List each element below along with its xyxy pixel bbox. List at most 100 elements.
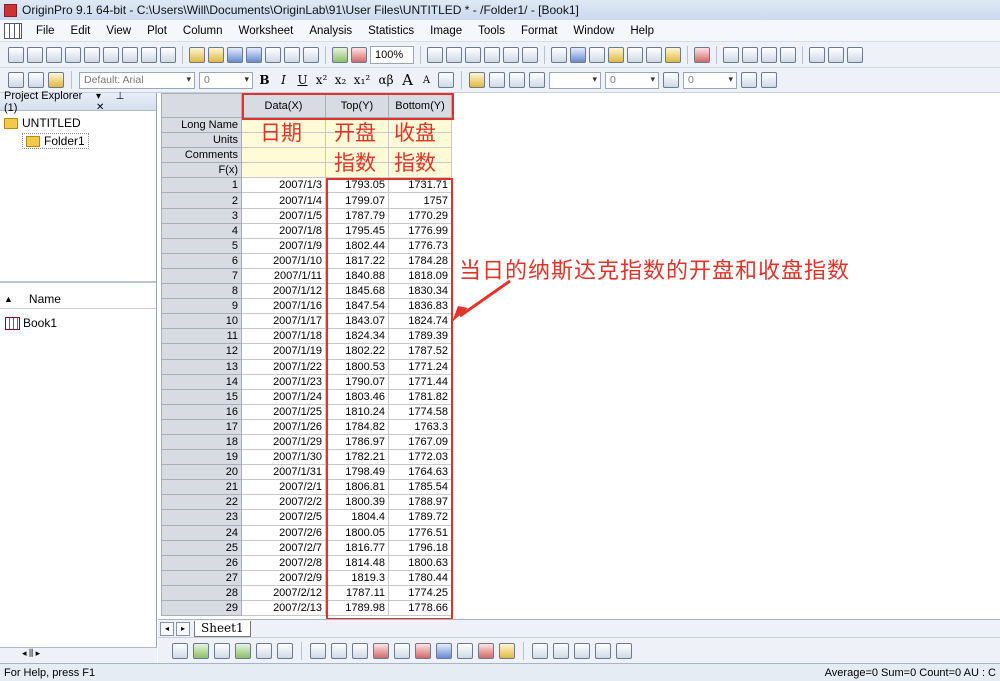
tree-root[interactable]: UNTITLED: [4, 114, 152, 132]
data-cell[interactable]: 2007/1/29: [241, 433, 326, 451]
new-folder-icon[interactable]: [27, 46, 43, 63]
data-cell[interactable]: 2007/1/11: [241, 267, 326, 285]
comments-cell[interactable]: [241, 147, 326, 164]
subscript-button[interactable]: x₂: [333, 73, 348, 87]
sum-icon[interactable]: [723, 46, 739, 63]
polar-icon[interactable]: [436, 642, 452, 659]
command-window-icon[interactable]: [589, 46, 605, 63]
copy-icon[interactable]: [28, 72, 44, 88]
row-number[interactable]: 14: [161, 373, 242, 390]
menu-help[interactable]: Help: [622, 25, 662, 37]
3d-icon[interactable]: [214, 642, 230, 659]
name-column-header[interactable]: ▲ Name: [0, 289, 156, 309]
new-function-icon[interactable]: [122, 46, 138, 63]
font-size-select[interactable]: 0: [199, 71, 253, 89]
panel-controls[interactable]: ▾ ⊥ ✕: [96, 91, 152, 113]
label-row-header[interactable]: F(x): [161, 162, 242, 179]
menu-statistics[interactable]: Statistics: [360, 25, 422, 37]
row-number[interactable]: 23: [161, 509, 242, 526]
message-log-icon[interactable]: [646, 46, 662, 63]
row-number[interactable]: 20: [161, 464, 242, 481]
data-cell[interactable]: 2007/1/26: [241, 418, 326, 435]
data-cell[interactable]: 2007/1/16: [241, 298, 326, 315]
print-icon[interactable]: [427, 46, 443, 63]
cut-icon[interactable]: [8, 72, 24, 88]
row-number[interactable]: 7: [161, 267, 242, 285]
new-project-icon[interactable]: [8, 46, 24, 63]
line-symbol-icon[interactable]: [352, 642, 368, 659]
font-select[interactable]: Default: Arial: [79, 71, 195, 89]
data-cell[interactable]: 2007/2/9: [241, 569, 326, 586]
batch-icon[interactable]: [351, 46, 367, 63]
data-cell[interactable]: 2007/1/30: [241, 449, 326, 466]
script-window-icon[interactable]: [627, 46, 643, 63]
menu-column[interactable]: Column: [175, 25, 231, 37]
area-plot-icon[interactable]: [394, 642, 410, 659]
row-number[interactable]: 6: [161, 252, 242, 269]
row-number[interactable]: 25: [161, 539, 242, 556]
project-explorer-icon[interactable]: [608, 46, 624, 63]
line-style-select[interactable]: [549, 71, 601, 89]
row-number[interactable]: 27: [161, 569, 242, 586]
row-number[interactable]: 1: [161, 177, 242, 194]
sheet-tab[interactable]: Sheet1: [194, 620, 251, 637]
3d-scatter-icon[interactable]: [616, 642, 632, 659]
menu-file[interactable]: File: [28, 25, 63, 37]
fill-color-icon[interactable]: [469, 72, 485, 88]
menu-view[interactable]: View: [98, 25, 139, 37]
data-cell[interactable]: 2007/2/7: [241, 539, 326, 556]
row-number[interactable]: 4: [161, 222, 242, 239]
row-number[interactable]: 11: [161, 328, 242, 345]
row-number[interactable]: 17: [161, 418, 242, 435]
layer-icon[interactable]: [193, 642, 209, 659]
statistics-icon[interactable]: [761, 46, 777, 63]
import-ascii-icon[interactable]: [284, 46, 300, 63]
duplicate-icon[interactable]: [503, 46, 519, 63]
label-row-header[interactable]: Comments: [161, 147, 242, 164]
menu-image[interactable]: Image: [422, 25, 470, 37]
paste-icon[interactable]: [48, 72, 64, 88]
row-number[interactable]: 8: [161, 283, 242, 300]
matrix-icon[interactable]: [235, 642, 251, 659]
explorer-scrollbar[interactable]: ◂ ⫼ ▸: [0, 647, 157, 663]
new-graph-icon[interactable]: [84, 46, 100, 63]
font-color-icon[interactable]: [529, 72, 545, 88]
data-cell[interactable]: 2007/1/8: [241, 222, 326, 239]
column-plot-icon[interactable]: [373, 642, 389, 659]
line-plot-icon[interactable]: [310, 642, 326, 659]
data-cell[interactable]: 2007/1/5: [241, 207, 326, 224]
label-row-header[interactable]: Units: [161, 132, 242, 149]
line-color-icon[interactable]: [509, 72, 525, 88]
data-cell[interactable]: 2007/2/5: [241, 509, 326, 526]
data-cell[interactable]: 2007/1/23: [241, 373, 326, 390]
new-workbook-icon[interactable]: [46, 46, 62, 63]
data-cell[interactable]: 2007/2/6: [241, 524, 326, 541]
worksheet-icon[interactable]: [4, 22, 22, 39]
surface-icon[interactable]: [256, 642, 272, 659]
row-number[interactable]: 2: [161, 192, 242, 209]
row-number[interactable]: 12: [161, 343, 242, 360]
gear-icon[interactable]: [665, 46, 681, 63]
greek-button[interactable]: αβ: [376, 73, 396, 87]
prev-sheet-button[interactable]: ◂: [160, 621, 174, 636]
column-chart-icon[interactable]: [847, 46, 863, 63]
new-excel-icon[interactable]: [65, 46, 81, 63]
row-number[interactable]: 24: [161, 524, 242, 541]
border-icon[interactable]: [663, 72, 679, 88]
data-cell[interactable]: 2007/1/18: [241, 328, 326, 345]
grid-icon[interactable]: [741, 72, 757, 88]
label-row-header[interactable]: Long Name: [161, 116, 242, 134]
3d-bar-icon[interactable]: [532, 642, 548, 659]
row-number[interactable]: 18: [161, 433, 242, 451]
line-chart-icon[interactable]: [828, 46, 844, 63]
3d-ribbon-icon[interactable]: [574, 642, 590, 659]
new-notes-icon[interactable]: [160, 46, 176, 63]
stats-plot-icon[interactable]: [415, 642, 431, 659]
copy-page-icon[interactable]: [446, 46, 462, 63]
new-matrix-icon[interactable]: [103, 46, 119, 63]
set-values-icon[interactable]: [780, 46, 796, 63]
export-icon[interactable]: [465, 46, 481, 63]
menu-plot[interactable]: Plot: [139, 25, 175, 37]
data-cell[interactable]: 2007/1/31: [241, 464, 326, 481]
data-cell[interactable]: 2007/1/3: [241, 177, 326, 194]
